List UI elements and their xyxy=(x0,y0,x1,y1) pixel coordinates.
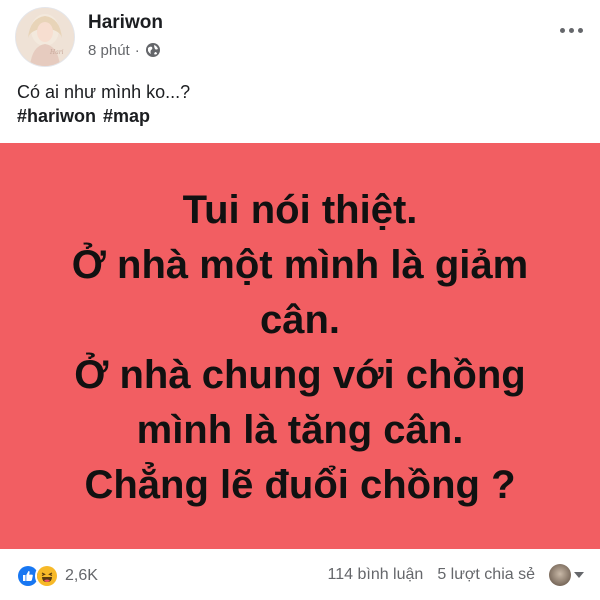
image-text-line: Ở nhà chung với chồng xyxy=(74,353,526,397)
author-name[interactable]: Hariwon xyxy=(88,12,163,34)
image-text-line: Chẳng lẽ đuổi chồng ? xyxy=(84,463,516,507)
post-image[interactable]: Tui nói thiệt. Ở nhà một mình là giảm câ… xyxy=(0,143,600,549)
image-text-block: Tui nói thiệt. Ở nhà một mình là giảm câ… xyxy=(72,183,528,513)
post-meta: 8 phút · xyxy=(88,40,161,60)
hashtag-list: #hariwon #map xyxy=(17,104,150,128)
haha-icon xyxy=(35,564,59,588)
author-avatar[interactable]: Hari xyxy=(16,8,74,66)
globe-icon[interactable] xyxy=(145,42,161,58)
post-time[interactable]: 8 phút xyxy=(88,42,130,59)
comment-count-link[interactable]: 114 bình luận xyxy=(328,566,424,584)
audience-selector[interactable] xyxy=(549,564,584,586)
post-caption: Có ai như mình ko...? xyxy=(17,82,191,102)
post-header: Hari Hariwon 8 phút · xyxy=(0,0,600,70)
facebook-post: Hari Hariwon 8 phút · Có ai như mình ko.… xyxy=(0,0,600,600)
svg-text:Hari: Hari xyxy=(49,49,64,56)
audience-avatar-icon xyxy=(549,564,571,586)
reaction-summary[interactable]: 2,6K xyxy=(16,564,98,588)
image-text-line: mình là tăng cân. xyxy=(136,408,464,452)
reaction-count: 2,6K xyxy=(65,567,98,584)
hashtag-map[interactable]: #map xyxy=(103,104,150,128)
engagement-stats: 114 bình luận 5 lượt chia sẻ xyxy=(328,564,584,586)
image-text-line: cân. xyxy=(259,298,341,342)
share-count-link[interactable]: 5 lượt chia sẻ xyxy=(437,566,535,584)
post-footer: 2,6K 114 bình luận 5 lượt chia sẻ xyxy=(0,556,600,596)
more-horizontal-icon[interactable] xyxy=(556,20,586,40)
meta-separator: · xyxy=(134,41,140,59)
image-text-line: Ở nhà một mình là giảm xyxy=(71,243,529,287)
image-text-line: Tui nói thiệt. xyxy=(182,188,418,232)
hashtag-hariwon[interactable]: #hariwon xyxy=(17,104,96,128)
caret-down-icon xyxy=(574,572,584,578)
